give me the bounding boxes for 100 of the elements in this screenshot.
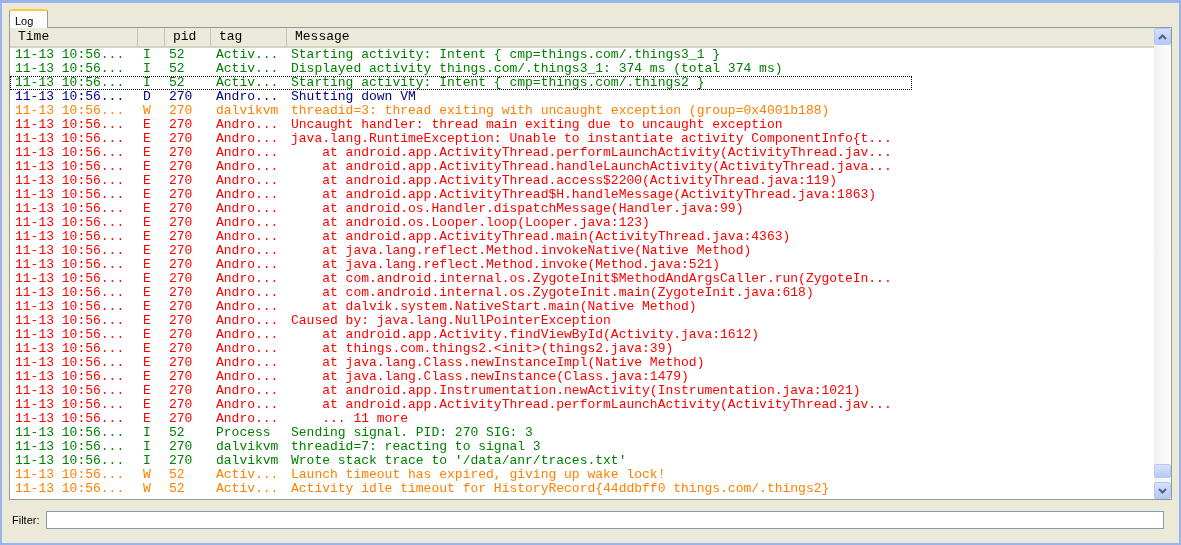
table-cell-text: I <box>142 454 152 468</box>
log-row[interactable]: 11-13 10:56... E 270 Andro... at com.android.internal.os.ZygoteInit.main(ZygoteInit.java:618) <box>10 286 912 300</box>
table-cell-text: 270 <box>168 160 194 174</box>
table-cell-text: 11-13 10:56... <box>14 398 126 412</box>
log-row[interactable]: 11-13 10:56... I 52 Activ... Starting activity: Intent { cmp=things.com/.things3_1 } <box>10 48 912 62</box>
log-row[interactable]: 11-13 10:56... E 270 Andro... at android.os.Handler.dispatchMessage(Handler.java:99) <box>10 202 912 216</box>
table-cell-text: E <box>142 398 152 412</box>
log-row[interactable]: 11-13 10:56... D 270 Andro... Shutting down VM <box>10 90 912 104</box>
table-cell-text: at android.app.ActivityThread.main(ActivityThread.java:4363) <box>321 230 791 244</box>
log-row[interactable]: 11-13 10:56... I 52 Process Sending signal. PID: 270 SIG: 3 <box>10 426 912 440</box>
log-row[interactable]: 11-13 10:56... I 52 Activ... Starting activity: Intent { cmp=things.com/.things2 } <box>10 76 912 90</box>
log-row[interactable]: 11-13 10:56... W 52 Activ... Activity idle timeout for HistoryRecord{44ddbff0 things.com/.things2} <box>10 482 912 496</box>
table-cell-text: threadid=7: reacting to signal 3 <box>290 440 541 454</box>
log-row[interactable]: 11-13 10:56... E 270 Andro... at java.lang.reflect.Method.invoke(Method.java:521) <box>10 258 912 272</box>
scroll-up-button[interactable] <box>1154 28 1171 45</box>
log-row[interactable]: 11-13 10:56... E 270 Andro... at java.lang.Class.newInstance(Class.java:1479) <box>10 370 912 384</box>
table-cell-text: 270 <box>168 104 194 118</box>
log-row[interactable]: 11-13 10:56... E 270 Andro... Caused by: java.lang.NullPointerException <box>10 314 912 328</box>
table-cell-text: at java.lang.reflect.Method.invokeNative(Native Method) <box>321 244 752 258</box>
filter-field[interactable] <box>45 511 1164 529</box>
table-cell-text: 270 <box>168 174 194 188</box>
table-cell-text: 270 <box>168 272 194 286</box>
table-cell-text: Process <box>215 426 272 440</box>
table-cell-text: at android.os.Looper.loop(Looper.java:123) <box>321 216 650 230</box>
table-cell-text: 11-13 10:56... <box>14 48 126 62</box>
table-cell-text: 270 <box>168 90 194 104</box>
log-row[interactable]: 11-13 10:56... E 270 Andro... at android.app.ActivityThread.performLaunchActivity(ActivityThread.jav... <box>10 146 912 160</box>
table-cell-text: 11-13 10:56... <box>14 244 126 258</box>
table-cell-text: E <box>142 188 152 202</box>
table-cell-text: ... 11 more <box>321 412 409 426</box>
log-row[interactable]: 11-13 10:56... E 270 Andro... java.lang.RuntimeException: Unable to instantiate activity ComponentInfo{t... <box>10 132 912 146</box>
table-cell-text: 270 <box>168 244 194 258</box>
log-row[interactable]: 11-13 10:56... E 270 Andro... at android.app.ActivityThread$H.handleMessage(ActivityThread.java:1863) <box>10 188 912 202</box>
log-row[interactable]: 11-13 10:56... E 270 Andro... at android.app.ActivityThread.handleLaunchActivity(ActivityThread.java... <box>10 160 912 174</box>
table-cell-text: Andro... <box>215 216 280 230</box>
log-row[interactable]: 11-13 10:56... E 270 Andro... at android.os.Looper.loop(Looper.java:123) <box>10 216 912 230</box>
log-row[interactable]: 11-13 10:56... I 52 Activ... Displayed activity things.com/.things3_1: 374 ms (total 374 ms) <box>10 62 912 76</box>
log-row[interactable]: 11-13 10:56... E 270 Andro... at java.lang.Class.newInstanceImpl(Native Method) <box>10 356 912 370</box>
table-cell-text: E <box>142 244 152 258</box>
log-row[interactable]: 11-13 10:56... E 270 Andro... at android.app.Activity.findViewById(Activity.java:1612) <box>10 328 912 342</box>
column-header[interactable]: Message <box>287 28 1154 46</box>
log-row[interactable]: 11-13 10:56... E 270 Andro... at java.lang.reflect.Method.invokeNative(Native Method) <box>10 244 912 258</box>
table-cell-text: dalvikvm <box>215 454 280 468</box>
log-row[interactable]: 11-13 10:56... E 270 Andro... at dalvik.system.NativeStart.main(Native Method) <box>10 300 912 314</box>
table-cell-text: 11-13 10:56... <box>14 174 126 188</box>
table-cell-text: Activity idle timeout for HistoryRecord{44ddbff0 things.com/.things2} <box>290 482 830 496</box>
table-cell-text: 270 <box>168 118 194 132</box>
log-row[interactable]: 11-13 10:56... E 270 Andro... ... 11 more <box>10 412 912 426</box>
log-row[interactable]: 11-13 10:56... E 270 Andro... at android.app.ActivityThread.main(ActivityThread.java:4363) <box>10 230 912 244</box>
table-cell-text: Starting activity: Intent { cmp=things.com/.things2 } <box>290 76 705 90</box>
table-cell-text: Starting activity: Intent { cmp=things.com/.things3_1 } <box>290 48 721 62</box>
table-cell-text: I <box>142 76 152 90</box>
table-cell-text: 11-13 10:56... <box>14 216 126 230</box>
table-cell-text: at things.com.things2.<init>(things2.java:39) <box>321 342 674 356</box>
log-row[interactable]: 11-13 10:56... E 270 Andro... at com.android.internal.os.ZygoteInit$MethodAndArgsCaller.run(ZygoteIn... <box>10 272 912 286</box>
table-cell-text: Andro... <box>215 118 280 132</box>
log-row[interactable]: 11-13 10:56... E 270 Andro... at android.app.ActivityThread.performLaunchActivity(ActivityThread.jav... <box>10 398 912 412</box>
table-cell-text: 270 <box>168 202 194 216</box>
scroll-down-button[interactable] <box>1154 482 1171 499</box>
log-row[interactable]: 11-13 10:56... E 270 Andro... at android.app.ActivityThread.access$2200(ActivityThread.java:119) <box>10 174 912 188</box>
table-cell-text: Andro... <box>215 230 280 244</box>
table-cell-text: 270 <box>168 258 194 272</box>
log-row[interactable]: 11-13 10:56... I 270 dalvikvm threadid=7: reacting to signal 3 <box>10 440 912 454</box>
table-cell-text: 11-13 10:56... <box>14 412 126 426</box>
table-cell-text: E <box>142 328 152 342</box>
log-row[interactable]: 11-13 10:56... I 270 dalvikvm Wrote stack trace to '/data/anr/traces.txt' <box>10 454 912 468</box>
table-cell-text: 270 <box>168 230 194 244</box>
log-row[interactable]: 11-13 10:56... E 270 Andro... Uncaught handler: thread main exiting due to uncaught exception <box>10 118 912 132</box>
table-cell-text: 52 <box>168 48 186 62</box>
table-cell-text: 270 <box>168 146 194 160</box>
log-row[interactable]: 11-13 10:56... E 270 Andro... at android.app.Instrumentation.newActivity(Instrumentation.java:1021) <box>10 384 912 398</box>
log-row[interactable]: 11-13 10:56... W 270 dalvikvm threadid=3: thread exiting with uncaught exception (group=0x4001b188) <box>10 104 912 118</box>
table-cell-text: 11-13 10:56... <box>14 76 126 90</box>
table-cell-text: 11-13 10:56... <box>14 258 126 272</box>
table-cell-text: E <box>142 202 152 216</box>
table-cell-text: Shutting down VM <box>290 90 416 104</box>
table-cell-text: Andro... <box>215 356 280 370</box>
table-cell-text: W <box>142 104 152 118</box>
column-header[interactable]: tag <box>211 28 287 46</box>
table-cell-text: Activ... <box>215 482 280 496</box>
table-cell-text: 11-13 10:56... <box>14 272 126 286</box>
table-cell-text: 270 <box>168 300 194 314</box>
table-cell-text: Andro... <box>215 314 280 328</box>
tab[interactable]: Log <box>9 9 49 28</box>
table-cell-text: E <box>142 272 152 286</box>
table-cell-text: 11-13 10:56... <box>14 482 126 496</box>
log-row[interactable]: 11-13 10:56... W 52 Activ... Launch timeout has expired, giving up wake lock! <box>10 468 912 482</box>
table-cell-text: at android.app.ActivityThread$H.handleMessage(ActivityThread.java:1863) <box>321 188 877 202</box>
table-cell-text: 11-13 10:56... <box>14 132 126 146</box>
log-row[interactable]: 11-13 10:56... E 270 Andro... at things.com.things2.<init>(things2.java:39) <box>10 342 912 356</box>
column-header[interactable]: pid <box>165 28 211 46</box>
column-header[interactable]: Time <box>10 28 138 46</box>
table-cell-text: E <box>142 370 152 384</box>
table-cell-text: Andro... <box>215 328 280 342</box>
scroll-thumb[interactable] <box>1154 464 1171 478</box>
table-cell-text: W <box>142 482 152 496</box>
table-cell-text: 11-13 10:56... <box>14 454 126 468</box>
table-cell-text: 11-13 10:56... <box>14 314 126 328</box>
table-cell-text: Sending signal. PID: 270 SIG: 3 <box>290 426 533 440</box>
table-cell-text: 270 <box>168 412 194 426</box>
